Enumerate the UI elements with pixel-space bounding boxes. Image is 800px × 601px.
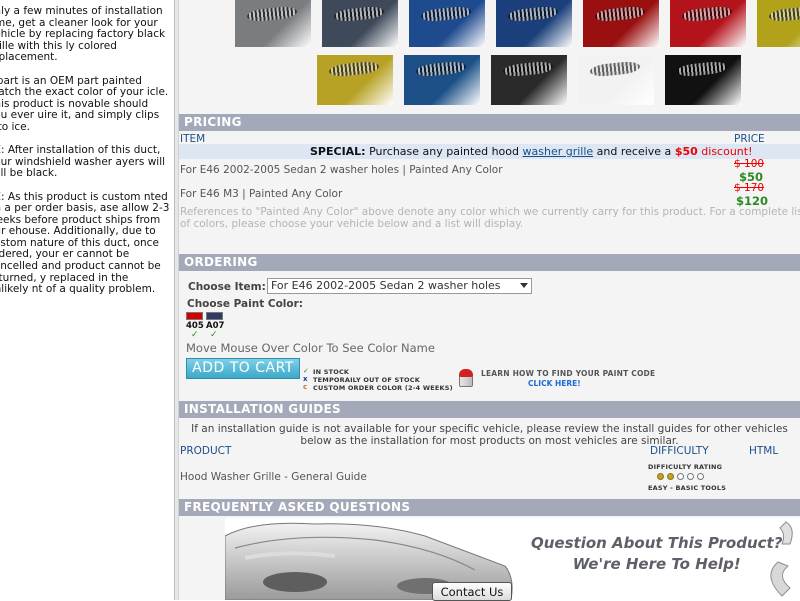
color-thumbnail[interactable] <box>409 0 485 47</box>
special-text: and receive a <box>596 145 672 158</box>
paint-code-link[interactable]: CLICK HERE! <box>528 379 581 388</box>
difficulty-dot <box>677 473 684 480</box>
check-icon: ✓ <box>303 367 309 375</box>
installation-note-line: If an installation guide is not availabl… <box>191 423 788 435</box>
washer-grille-link[interactable]: washer grille <box>523 145 594 158</box>
color-thumbnail[interactable] <box>578 55 654 105</box>
choose-item-select[interactable]: For E46 2002-2005 Sedan 2 washer holes <box>267 278 532 294</box>
legend-out-of-stock: TEMPORAILY OUT OF STOCK <box>313 376 420 384</box>
help-banner: Question About This Product? We're Here … <box>225 518 800 600</box>
special-offer-row: SPECIAL: Purchase any painted hood washe… <box>179 144 800 159</box>
special-text: Purchase any painted hood <box>369 145 519 158</box>
color-thumbnail[interactable] <box>670 0 746 47</box>
add-to-cart-button[interactable]: ADD TO CART <box>186 358 300 379</box>
product-column-header: PRODUCT <box>180 445 232 457</box>
x-icon: x <box>303 375 308 383</box>
description-paragraph: TE: After installation of this duct, you… <box>0 144 166 180</box>
painted-any-color-note: References to "Painted Any Color" above … <box>180 206 800 230</box>
pricing-item-name: For E46 M3 | Painted Any Color <box>180 188 343 200</box>
color-thumbnail[interactable] <box>757 0 800 47</box>
main-content: PRICING ITEM PRICE SPECIAL: Purchase any… <box>179 0 800 600</box>
choose-item-label: Choose Item: <box>188 281 266 293</box>
difficulty-dot <box>657 473 664 480</box>
color-thumbnail[interactable] <box>235 0 311 47</box>
difficulty-dot <box>697 473 704 480</box>
color-hint-text: Move Mouse Over Color To See Color Name <box>186 341 435 355</box>
color-thumbnail[interactable] <box>404 55 480 105</box>
choose-paint-label: Choose Paint Color: <box>187 298 303 310</box>
difficulty-column-header: DIFFICULTY <box>650 445 709 457</box>
pricing-header: PRICING <box>179 114 800 131</box>
product-description-text: only a few minutes of installation time,… <box>0 5 170 307</box>
help-banner-tagline: We're Here To Help! <box>572 555 741 573</box>
legend-in-stock: IN STOCK <box>313 368 350 376</box>
special-amount: $50 <box>674 145 698 158</box>
installation-note: If an installation guide is not availabl… <box>179 423 800 447</box>
pricing-item-name: For E46 2002-2005 Sedan 2 washer holes |… <box>180 164 503 176</box>
old-price: $ 100 <box>734 158 765 170</box>
difficulty-rating-text: EASY - BASIC TOOLS <box>648 484 727 492</box>
color-thumbnail[interactable] <box>496 0 572 47</box>
clock-icon: c <box>303 383 308 391</box>
difficulty-dot <box>667 473 674 480</box>
in-stock-check-icon: ✓ <box>210 330 218 340</box>
color-thumbnail[interactable] <box>665 55 741 105</box>
install-guide-name: Hood Washer Grille - General Guide <box>180 471 367 483</box>
color-thumbnail[interactable] <box>317 55 393 105</box>
paint-can-icon <box>458 369 474 387</box>
special-label: SPECIAL: <box>310 145 366 158</box>
in-stock-check-icon: ✓ <box>191 330 199 340</box>
difficulty-dot <box>687 473 694 480</box>
description-paragraph: only a few minutes of installation time,… <box>0 5 166 64</box>
installation-header: INSTALLATION GUIDES <box>179 401 800 418</box>
chevron-down-icon <box>520 283 528 288</box>
paint-code-help-text: LEARN HOW TO FIND YOUR PAINT CODE <box>481 369 656 378</box>
phone-icon <box>770 521 793 597</box>
color-thumbnail[interactable] <box>322 0 398 47</box>
color-thumbnail[interactable] <box>583 0 659 47</box>
product-description-column: only a few minutes of installation time,… <box>0 0 174 600</box>
help-banner-question: Question About This Product? <box>531 534 783 552</box>
legend-custom-order: CUSTOM ORDER COLOR (2-4 WEEKS) <box>313 384 453 392</box>
special-text: discount! <box>701 145 753 158</box>
old-price: $ 170 <box>734 182 765 194</box>
selected-item: For E46 2002-2005 Sedan 2 washer holes <box>271 279 501 292</box>
help-banner-title: Question About This Product? We're Here … <box>531 533 782 575</box>
ordering-header: ORDERING <box>179 254 800 271</box>
contact-us-button[interactable]: Contact Us <box>432 582 512 601</box>
paint-swatch-a07[interactable] <box>206 312 223 320</box>
color-thumbnail[interactable] <box>491 55 567 105</box>
paint-swatch-405[interactable] <box>186 312 203 320</box>
description-paragraph: TE: As this product is custom nted on a … <box>0 190 170 296</box>
difficulty-rating-label: DIFFICULTY RATING <box>648 463 723 471</box>
html-column-header: HTML <box>749 445 779 457</box>
description-paragraph: s part is an OEM part painted match the … <box>0 74 169 133</box>
faq-header: FREQUENTLY ASKED QUESTIONS <box>179 499 800 516</box>
